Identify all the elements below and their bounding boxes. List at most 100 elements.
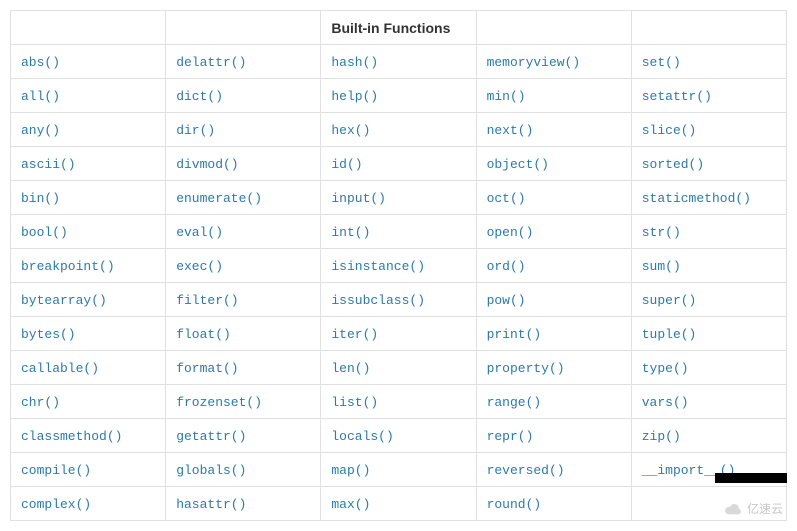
function-link[interactable]: dir() (176, 123, 215, 138)
function-link[interactable]: max() (331, 497, 370, 512)
function-link[interactable]: super() (642, 293, 697, 308)
function-link[interactable]: sum() (642, 259, 681, 274)
function-link[interactable]: bytearray() (21, 293, 107, 308)
table-cell: chr() (11, 385, 166, 419)
function-link[interactable]: all() (21, 89, 60, 104)
function-link[interactable]: len() (331, 361, 370, 376)
function-link[interactable]: open() (487, 225, 534, 240)
table-cell: bool() (11, 215, 166, 249)
function-link[interactable]: abs() (21, 55, 60, 70)
function-link[interactable]: oct() (487, 191, 526, 206)
table-cell: eval() (166, 215, 321, 249)
function-link[interactable]: help() (331, 89, 378, 104)
function-link[interactable]: set() (642, 55, 681, 70)
table-cell: sorted() (631, 147, 786, 181)
header-cell (11, 11, 166, 45)
table-row: any() dir() hex() next() slice() (11, 113, 787, 147)
function-link[interactable]: tuple() (642, 327, 697, 342)
function-link[interactable]: repr() (487, 429, 534, 444)
table-cell: int() (321, 215, 476, 249)
table-cell: vars() (631, 385, 786, 419)
function-link[interactable]: input() (331, 191, 386, 206)
function-link[interactable]: globals() (176, 463, 246, 478)
function-link[interactable]: type() (642, 361, 689, 376)
function-link[interactable]: property() (487, 361, 565, 376)
table-cell: all() (11, 79, 166, 113)
function-link[interactable]: hash() (331, 55, 378, 70)
function-link[interactable]: range() (487, 395, 542, 410)
function-link[interactable]: float() (176, 327, 231, 342)
function-link[interactable]: eval() (176, 225, 223, 240)
function-link[interactable]: sorted() (642, 157, 704, 172)
function-link[interactable]: classmethod() (21, 429, 122, 444)
table-cell: isinstance() (321, 249, 476, 283)
function-link[interactable]: isinstance() (331, 259, 425, 274)
function-link[interactable]: iter() (331, 327, 378, 342)
table-row: compile()globals()map()reversed()__impor… (11, 453, 787, 487)
table-cell: round() (476, 487, 631, 521)
table-cell: issubclass() (321, 283, 476, 317)
table-cell: memoryview() (476, 45, 631, 79)
table-cell: object() (476, 147, 631, 181)
function-link[interactable]: exec() (176, 259, 223, 274)
function-link[interactable]: next() (487, 123, 534, 138)
function-link[interactable]: filter() (176, 293, 238, 308)
function-link[interactable]: str() (642, 225, 681, 240)
function-link[interactable]: chr() (21, 395, 60, 410)
function-link[interactable]: int() (331, 225, 370, 240)
function-link[interactable]: min() (487, 89, 526, 104)
table-cell: help() (321, 79, 476, 113)
table-cell: repr() (476, 419, 631, 453)
function-link[interactable]: staticmethod() (642, 191, 751, 206)
table-cell: complex() (11, 487, 166, 521)
table-cell: float() (166, 317, 321, 351)
function-link[interactable]: map() (331, 463, 370, 478)
table-cell: format() (166, 351, 321, 385)
function-link[interactable]: ord() (487, 259, 526, 274)
function-link[interactable]: any() (21, 123, 60, 138)
table-cell: oct() (476, 181, 631, 215)
function-link[interactable]: divmod() (176, 157, 238, 172)
function-link[interactable]: frozenset() (176, 395, 262, 410)
function-link[interactable]: dict() (176, 89, 223, 104)
table-row: breakpoint() exec() isinstance() ord() sum() (11, 249, 787, 283)
table-cell: super() (631, 283, 786, 317)
function-link[interactable]: memoryview() (487, 55, 581, 70)
function-link[interactable]: zip() (642, 429, 681, 444)
function-link[interactable]: round() (487, 497, 542, 512)
function-link[interactable]: hex() (331, 123, 370, 138)
function-link[interactable]: bin() (21, 191, 60, 206)
function-link[interactable]: complex() (21, 497, 91, 512)
function-link[interactable]: callable() (21, 361, 99, 376)
table-cell: enumerate() (166, 181, 321, 215)
function-link[interactable]: bool() (21, 225, 68, 240)
function-link[interactable]: slice() (642, 123, 697, 138)
table-cell: frozenset() (166, 385, 321, 419)
function-link[interactable]: enumerate() (176, 191, 262, 206)
function-link[interactable]: list() (331, 395, 378, 410)
function-link[interactable]: id() (331, 157, 362, 172)
table-cell: str() (631, 215, 786, 249)
function-link[interactable]: compile() (21, 463, 91, 478)
function-link[interactable]: delattr() (176, 55, 246, 70)
function-link[interactable]: print() (487, 327, 542, 342)
table-cell: set() (631, 45, 786, 79)
function-link[interactable]: format() (176, 361, 238, 376)
function-link[interactable]: bytes() (21, 327, 76, 342)
table-cell: callable() (11, 351, 166, 385)
function-link[interactable]: object() (487, 157, 549, 172)
table-cell: type() (631, 351, 786, 385)
function-link[interactable]: pow() (487, 293, 526, 308)
function-link[interactable]: issubclass() (331, 293, 425, 308)
function-link[interactable]: vars() (642, 395, 689, 410)
function-link[interactable]: locals() (331, 429, 393, 444)
function-link[interactable]: ascii() (21, 157, 76, 172)
function-link[interactable]: setattr() (642, 89, 712, 104)
table-cell: next() (476, 113, 631, 147)
function-link[interactable]: getattr() (176, 429, 246, 444)
function-link[interactable]: breakpoint() (21, 259, 115, 274)
table-cell: abs() (11, 45, 166, 79)
function-link[interactable]: reversed() (487, 463, 565, 478)
function-link[interactable]: hasattr() (176, 497, 246, 512)
table-row: callable() format() len() property() type() (11, 351, 787, 385)
